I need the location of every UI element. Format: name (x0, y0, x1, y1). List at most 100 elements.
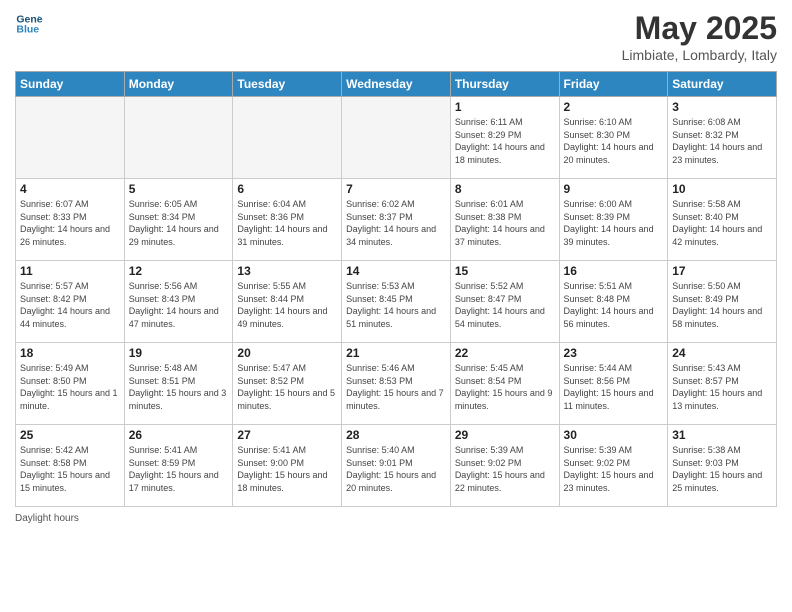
day-number: 7 (346, 182, 446, 196)
day-info: Sunrise: 6:08 AM Sunset: 8:32 PM Dayligh… (672, 116, 772, 166)
day-number: 4 (20, 182, 120, 196)
day-info: Sunrise: 6:10 AM Sunset: 8:30 PM Dayligh… (564, 116, 664, 166)
day-info: Sunrise: 6:00 AM Sunset: 8:39 PM Dayligh… (564, 198, 664, 248)
day-info: Sunrise: 5:41 AM Sunset: 8:59 PM Dayligh… (129, 444, 229, 494)
calendar-day-cell: 28 Sunrise: 5:40 AM Sunset: 9:01 PM Dayli… (342, 425, 451, 507)
calendar-day-cell (16, 97, 125, 179)
day-number: 11 (20, 264, 120, 278)
calendar-day-header: Thursday (450, 72, 559, 97)
day-number: 31 (672, 428, 772, 442)
day-number: 29 (455, 428, 555, 442)
day-info: Sunrise: 5:43 AM Sunset: 8:57 PM Dayligh… (672, 362, 772, 412)
day-number: 27 (237, 428, 337, 442)
calendar-day-cell: 1Sunrise: 6:11 AM Sunset: 8:29 PM Daylig… (450, 97, 559, 179)
day-number: 5 (129, 182, 229, 196)
day-number: 21 (346, 346, 446, 360)
day-info: Sunrise: 5:38 AM Sunset: 9:03 PM Dayligh… (672, 444, 772, 494)
page-header: General Blue May 2025 Limbiate, Lombardy… (15, 10, 777, 63)
day-info: Sunrise: 5:55 AM Sunset: 8:44 PM Dayligh… (237, 280, 337, 330)
day-info: Sunrise: 5:39 AM Sunset: 9:02 PM Dayligh… (564, 444, 664, 494)
day-info: Sunrise: 5:45 AM Sunset: 8:54 PM Dayligh… (455, 362, 555, 412)
calendar-day-cell (342, 97, 451, 179)
calendar-day-cell: 20 Sunrise: 5:47 AM Sunset: 8:52 PM Dayli… (233, 343, 342, 425)
calendar-day-cell: 31 Sunrise: 5:38 AM Sunset: 9:03 PM Dayli… (668, 425, 777, 507)
day-number: 6 (237, 182, 337, 196)
calendar-day-cell: 7 Sunrise: 6:02 AM Sunset: 8:37 PM Daylig… (342, 179, 451, 261)
calendar-day-cell: 27 Sunrise: 5:41 AM Sunset: 9:00 PM Dayli… (233, 425, 342, 507)
day-number: 9 (564, 182, 664, 196)
svg-text:Blue: Blue (16, 23, 39, 35)
day-number: 30 (564, 428, 664, 442)
calendar-day-cell: 24 Sunrise: 5:43 AM Sunset: 8:57 PM Dayli… (668, 343, 777, 425)
calendar-day-cell: 16 Sunrise: 5:51 AM Sunset: 8:48 PM Dayli… (559, 261, 668, 343)
calendar-day-cell: 2 Sunrise: 6:10 AM Sunset: 8:30 PM Daylig… (559, 97, 668, 179)
calendar-week-row: 4 Sunrise: 6:07 AM Sunset: 8:33 PM Daylig… (16, 179, 777, 261)
calendar-day-header: Friday (559, 72, 668, 97)
calendar-day-header: Wednesday (342, 72, 451, 97)
day-info: Sunrise: 6:02 AM Sunset: 8:37 PM Dayligh… (346, 198, 446, 248)
calendar-week-row: 25 Sunrise: 5:42 AM Sunset: 8:58 PM Dayli… (16, 425, 777, 507)
calendar-day-cell: 18 Sunrise: 5:49 AM Sunset: 8:50 PM Dayli… (16, 343, 125, 425)
day-info: Sunrise: 5:53 AM Sunset: 8:45 PM Dayligh… (346, 280, 446, 330)
calendar-week-row: 1Sunrise: 6:11 AM Sunset: 8:29 PM Daylig… (16, 97, 777, 179)
calendar-day-header: Monday (124, 72, 233, 97)
day-number: 12 (129, 264, 229, 278)
day-number: 19 (129, 346, 229, 360)
day-info: Sunrise: 5:41 AM Sunset: 9:00 PM Dayligh… (237, 444, 337, 494)
day-info: Sunrise: 5:57 AM Sunset: 8:42 PM Dayligh… (20, 280, 120, 330)
day-number: 13 (237, 264, 337, 278)
day-number: 23 (564, 346, 664, 360)
day-info: Sunrise: 5:58 AM Sunset: 8:40 PM Dayligh… (672, 198, 772, 248)
day-info: Sunrise: 5:48 AM Sunset: 8:51 PM Dayligh… (129, 362, 229, 412)
day-number: 20 (237, 346, 337, 360)
day-number: 2 (564, 100, 664, 114)
calendar-day-cell: 29 Sunrise: 5:39 AM Sunset: 9:02 PM Dayli… (450, 425, 559, 507)
calendar-day-cell: 5Sunrise: 6:05 AM Sunset: 8:34 PM Daylig… (124, 179, 233, 261)
day-info: Sunrise: 5:44 AM Sunset: 8:56 PM Dayligh… (564, 362, 664, 412)
day-info: Sunrise: 6:11 AM Sunset: 8:29 PM Dayligh… (455, 116, 555, 166)
calendar-day-cell: 12Sunrise: 5:56 AM Sunset: 8:43 PM Dayli… (124, 261, 233, 343)
location: Limbiate, Lombardy, Italy (622, 47, 777, 63)
calendar-day-header: Sunday (16, 72, 125, 97)
day-info: Sunrise: 5:51 AM Sunset: 8:48 PM Dayligh… (564, 280, 664, 330)
footer-note: Daylight hours (15, 513, 777, 524)
day-info: Sunrise: 5:40 AM Sunset: 9:01 PM Dayligh… (346, 444, 446, 494)
day-info: Sunrise: 5:42 AM Sunset: 8:58 PM Dayligh… (20, 444, 120, 494)
calendar-table: SundayMondayTuesdayWednesdayThursdayFrid… (15, 71, 777, 507)
day-number: 26 (129, 428, 229, 442)
day-number: 24 (672, 346, 772, 360)
day-info: Sunrise: 5:39 AM Sunset: 9:02 PM Dayligh… (455, 444, 555, 494)
calendar-day-cell: 14 Sunrise: 5:53 AM Sunset: 8:45 PM Dayli… (342, 261, 451, 343)
calendar-day-cell: 10Sunrise: 5:58 AM Sunset: 8:40 PM Dayli… (668, 179, 777, 261)
calendar-day-header: Tuesday (233, 72, 342, 97)
day-number: 16 (564, 264, 664, 278)
day-number: 25 (20, 428, 120, 442)
calendar-day-cell: 22Sunrise: 5:45 AM Sunset: 8:54 PM Dayli… (450, 343, 559, 425)
day-number: 28 (346, 428, 446, 442)
day-info: Sunrise: 5:49 AM Sunset: 8:50 PM Dayligh… (20, 362, 120, 412)
calendar-day-cell: 9 Sunrise: 6:00 AM Sunset: 8:39 PM Daylig… (559, 179, 668, 261)
calendar-day-cell: 21 Sunrise: 5:46 AM Sunset: 8:53 PM Dayli… (342, 343, 451, 425)
day-number: 15 (455, 264, 555, 278)
day-info: Sunrise: 5:46 AM Sunset: 8:53 PM Dayligh… (346, 362, 446, 412)
day-number: 17 (672, 264, 772, 278)
month-title: May 2025 (622, 10, 777, 47)
day-info: Sunrise: 6:04 AM Sunset: 8:36 PM Dayligh… (237, 198, 337, 248)
calendar-week-row: 18 Sunrise: 5:49 AM Sunset: 8:50 PM Dayli… (16, 343, 777, 425)
calendar-header-row: SundayMondayTuesdayWednesdayThursdayFrid… (16, 72, 777, 97)
calendar-day-cell: 25 Sunrise: 5:42 AM Sunset: 8:58 PM Dayli… (16, 425, 125, 507)
calendar-week-row: 11 Sunrise: 5:57 AM Sunset: 8:42 PM Dayli… (16, 261, 777, 343)
day-info: Sunrise: 5:52 AM Sunset: 8:47 PM Dayligh… (455, 280, 555, 330)
day-info: Sunrise: 5:47 AM Sunset: 8:52 PM Dayligh… (237, 362, 337, 412)
day-info: Sunrise: 6:07 AM Sunset: 8:33 PM Dayligh… (20, 198, 120, 248)
calendar-day-cell: 11 Sunrise: 5:57 AM Sunset: 8:42 PM Dayli… (16, 261, 125, 343)
day-number: 3 (672, 100, 772, 114)
calendar-day-cell (233, 97, 342, 179)
day-number: 18 (20, 346, 120, 360)
calendar-day-header: Saturday (668, 72, 777, 97)
day-number: 14 (346, 264, 446, 278)
calendar-day-cell: 26 Sunrise: 5:41 AM Sunset: 8:59 PM Dayli… (124, 425, 233, 507)
day-info: Sunrise: 6:01 AM Sunset: 8:38 PM Dayligh… (455, 198, 555, 248)
calendar-day-cell (124, 97, 233, 179)
calendar-day-cell: 15 Sunrise: 5:52 AM Sunset: 8:47 PM Dayli… (450, 261, 559, 343)
